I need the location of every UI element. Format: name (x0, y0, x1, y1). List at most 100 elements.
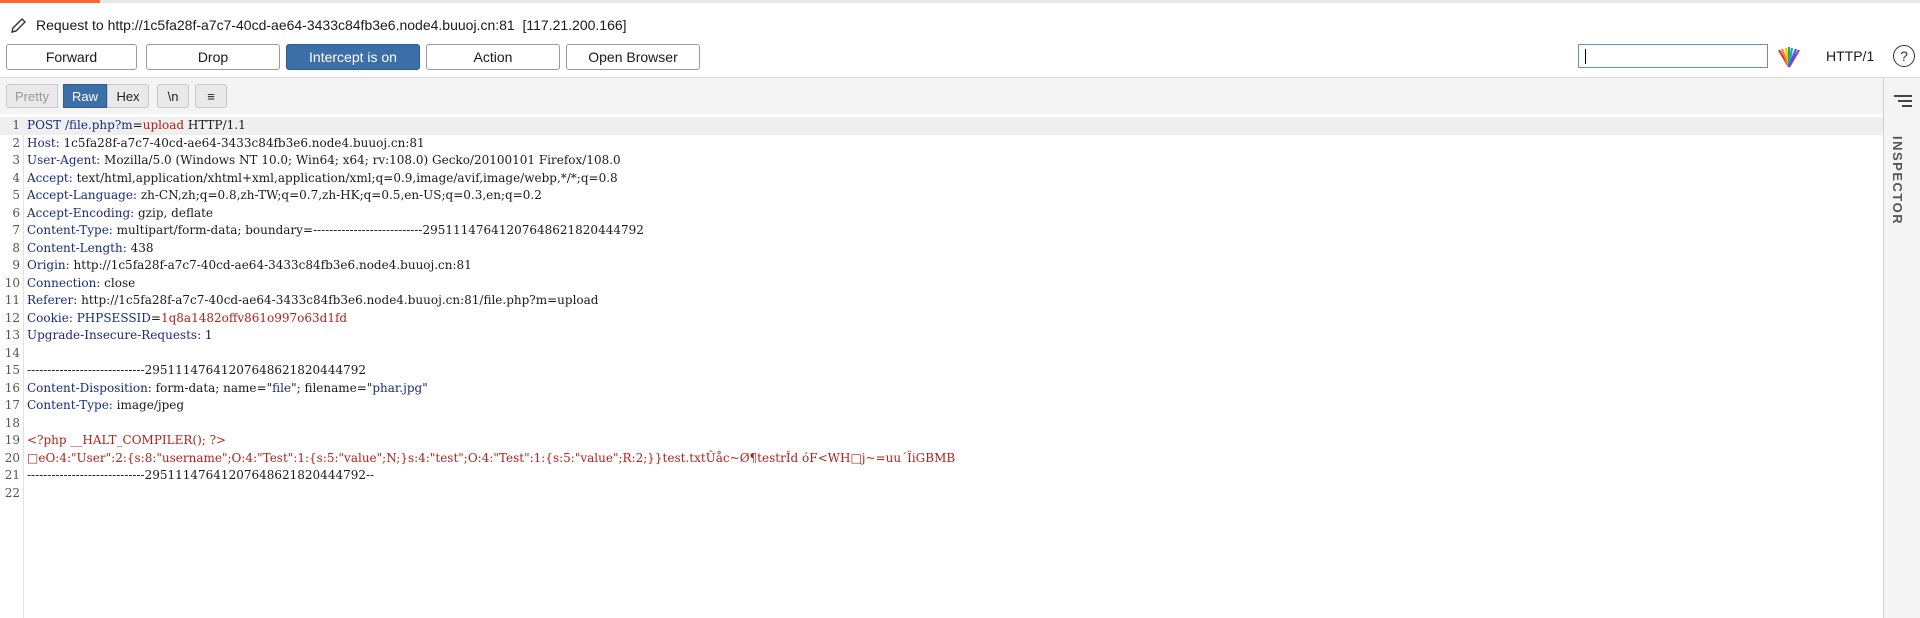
request-editor[interactable]: 1 POST /file.php?m=upload HTTP/1.1 2 Host: … (0, 117, 1883, 618)
line-content: Upgrade-Insecure-Requests: 1 (27, 327, 213, 345)
search-input[interactable] (1578, 44, 1768, 68)
line-number: 8 (12, 240, 20, 255)
drop-button[interactable]: Drop (146, 44, 280, 70)
line-number: 14 (4, 345, 20, 360)
line-content: -----------------------------29511147641… (27, 467, 374, 485)
code-line[interactable]: 19 <?php __HALT_COMPILER(); ?> (0, 432, 1883, 450)
tab-pretty[interactable]: Pretty (6, 84, 58, 108)
line-content: □eO:4:"User":2:{s:8:"username";O:4:"Test… (27, 450, 955, 468)
action-button[interactable]: Action (426, 44, 560, 70)
inspector-tab[interactable]: INSPECTOR (1890, 136, 1905, 225)
code-token: Mozilla/5.0 (Windows NT 10.0; Win64; x64… (100, 153, 621, 167)
code-token: zh-CN,zh;q=0.8,zh-TW;q=0.7,zh-HK;q=0.5,e… (137, 188, 542, 202)
top-accent-progress (0, 0, 100, 3)
line-number: 12 (4, 310, 20, 325)
highlight-color-icon[interactable] (1776, 46, 1802, 68)
code-token: close (100, 275, 136, 290)
code-line[interactable]: 6 Accept-Encoding: gzip, deflate (0, 205, 1883, 223)
code-token: image/jpeg (112, 398, 185, 412)
code-token: Cookie: (27, 310, 73, 325)
code-line[interactable]: 9 Origin: http://1c5fa28f-a7c7-40cd-ae64-… (0, 257, 1883, 275)
line-content: Host: 1c5fa28f-a7c7-40cd-ae64-3433c84fb3… (27, 135, 425, 153)
code-line[interactable]: 22 (0, 485, 1883, 503)
line-number: 5 (12, 188, 20, 202)
code-token: http://1c5fa28f-a7c7-40cd-ae64-3433c84fb… (69, 258, 472, 272)
tab-raw[interactable]: Raw (63, 84, 107, 108)
line-number: 7 (12, 223, 20, 237)
line-number: 9 (12, 258, 20, 272)
pencil-icon[interactable] (8, 14, 30, 36)
line-number: 17 (4, 398, 20, 412)
code-line[interactable]: 7 Content-Type: multipart/form-data; boun… (0, 222, 1883, 240)
line-content: Content-Type: multipart/form-data; bound… (27, 222, 644, 240)
code-line[interactable]: 10 Connection: close (0, 275, 1883, 293)
code-line[interactable]: 4 Accept: text/html,application/xhtml+xml… (0, 170, 1883, 188)
line-content: User-Agent: Mozilla/5.0 (Windows NT 10.0… (27, 152, 621, 170)
code-token: PHPSESSID (76, 310, 151, 325)
code-line[interactable]: 2 Host: 1c5fa28f-a7c7-40cd-ae64-3433c84fb… (0, 135, 1883, 153)
code-line[interactable]: 12 Cookie: PHPSESSID=1q8a1482offv861o997o… (0, 310, 1883, 328)
line-content: Referer: http://1c5fa28f-a7c7-40cd-ae64-… (27, 292, 598, 310)
message-view-tabs: Pretty Raw Hex \n ≡ (0, 78, 1883, 114)
code-token: Host: (27, 135, 60, 150)
intercept-toggle-button[interactable]: Intercept is on (286, 44, 420, 70)
code-line[interactable]: 14 (0, 345, 1883, 363)
code-token: Content-Length: (27, 240, 127, 255)
line-content: Accept-Language: zh-CN,zh;q=0.8,zh-TW;q=… (27, 187, 542, 205)
forward-button[interactable]: Forward (6, 44, 137, 70)
code-token: Origin: (27, 258, 70, 272)
code-token: file (272, 380, 292, 395)
request-title: Request to http://1c5fa28f-a7c7-40cd-ae6… (36, 17, 627, 33)
code-token: □eO:4:"User":2:{s:8:"username";O:4:"Test… (27, 450, 956, 465)
code-line[interactable]: 20 □eO:4:"User":2:{s:8:"username";O:4:"Te… (0, 450, 1883, 468)
code-line[interactable]: 16 Content-Disposition: form-data; name="… (0, 380, 1883, 398)
line-number: 22 (4, 485, 20, 500)
help-icon[interactable]: ? (1893, 45, 1915, 67)
code-token: Content-Disposition: (27, 380, 152, 395)
code-token: 1q8a1482offv861o997o63d1fd (160, 310, 348, 325)
line-content: Content-Length: 438 (27, 240, 153, 258)
code-token: = (150, 310, 161, 325)
code-line[interactable]: 8 Content-Length: 438 (0, 240, 1883, 258)
code-token: m (121, 118, 133, 132)
code-token: multipart/form-data; boundary=----------… (112, 223, 644, 237)
line-number: 15 (4, 363, 20, 377)
http-version-label[interactable]: HTTP/1 (1826, 48, 1874, 64)
code-token: Content-Type: (27, 223, 113, 237)
code-token: Content-Type: (27, 398, 113, 412)
code-token: form-data; name=" (151, 380, 273, 395)
line-number: 4 (12, 170, 20, 185)
code-token: HTTP/1.1 (184, 118, 246, 132)
line-content: Origin: http://1c5fa28f-a7c7-40cd-ae64-3… (27, 257, 472, 275)
code-token: 438 (126, 240, 154, 255)
code-token: Referer: (27, 293, 78, 307)
line-content: Cookie: PHPSESSID=1q8a1482offv861o997o63… (27, 310, 347, 328)
line-content: Accept: text/html,application/xhtml+xml,… (27, 170, 618, 188)
line-content: <?php __HALT_COMPILER(); ?> (27, 432, 226, 450)
code-line[interactable]: 3 User-Agent: Mozilla/5.0 (Windows NT 10.… (0, 152, 1883, 170)
code-line[interactable]: 18 (0, 415, 1883, 433)
code-token: gzip, deflate (134, 205, 214, 220)
code-token: = (132, 118, 143, 132)
newline-toggle-button[interactable]: \n (157, 84, 189, 108)
line-number: 3 (12, 153, 20, 167)
open-browser-button[interactable]: Open Browser (566, 44, 700, 70)
code-line[interactable]: 17 Content-Type: image/jpeg (0, 397, 1883, 415)
line-number: 19 (4, 433, 20, 447)
line-content: Content-Disposition: form-data; name="fi… (27, 380, 428, 398)
line-number: 16 (4, 380, 20, 395)
tab-hex[interactable]: Hex (107, 84, 149, 108)
code-line[interactable]: 1 POST /file.php?m=upload HTTP/1.1 (0, 117, 1883, 135)
line-number: 2 (12, 135, 20, 150)
code-line[interactable]: 11 Referer: http://1c5fa28f-a7c7-40cd-ae6… (0, 292, 1883, 310)
line-content: Accept-Encoding: gzip, deflate (27, 205, 213, 223)
menu-icon[interactable]: ≡ (195, 84, 227, 108)
code-token: 1c5fa28f-a7c7-40cd-ae64-3433c84fb3e6.nod… (59, 135, 425, 150)
code-token: upload (142, 118, 185, 132)
code-line[interactable]: 5 Accept-Language: zh-CN,zh;q=0.8,zh-TW;q… (0, 187, 1883, 205)
code-line[interactable]: 21 -----------------------------295111476… (0, 467, 1883, 485)
code-token: <?php __HALT_COMPILER(); ?> (27, 433, 227, 447)
inspector-menu-icon[interactable] (1894, 94, 1912, 108)
code-line[interactable]: 13 Upgrade-Insecure-Requests: 1 (0, 327, 1883, 345)
code-line[interactable]: 15 -----------------------------295111476… (0, 362, 1883, 380)
